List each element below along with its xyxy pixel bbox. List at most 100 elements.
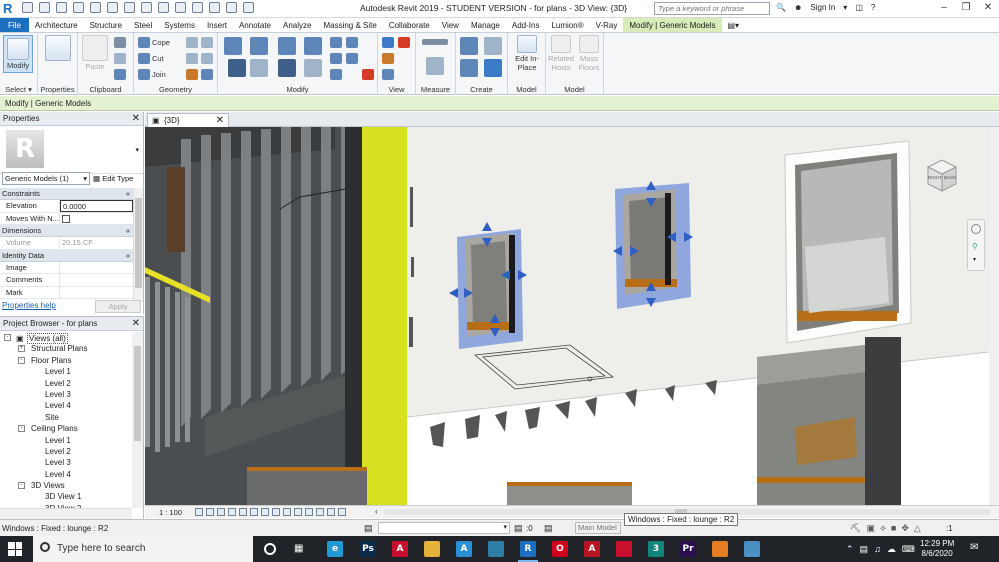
worksharing-icon[interactable] [305,508,313,516]
tab-massing-site[interactable]: Massing & Site [317,18,382,32]
collapse-icon[interactable]: - [18,425,25,433]
move-icon[interactable] [228,59,246,77]
tab-add-ins[interactable]: Add-Ins [506,18,546,32]
analytical-model-icon[interactable] [316,508,324,516]
browser-item[interactable]: Level 3 [0,457,132,468]
exchange-icon[interactable]: ◫ [855,3,863,12]
select-links-icon[interactable]: ⛏ [850,523,861,534]
chevron-down-icon[interactable]: ▾ [135,146,139,154]
type-selector-dropdown[interactable]: Generic Models (1) ▾ [2,172,90,185]
cut-scissors-icon[interactable] [114,37,126,48]
detail-level-icon[interactable] [195,508,203,516]
opera-icon[interactable]: O [552,541,568,557]
chevron-down-icon[interactable]: ▾ [843,3,847,12]
remote-icon[interactable] [744,541,760,557]
properties-category[interactable]: Identity Data « [0,249,133,262]
cut-button[interactable]: Cut [152,54,164,63]
collapse-icon[interactable]: « [126,250,130,262]
browser-item[interactable]: Level 1 [0,435,132,446]
collapse-icon[interactable]: - [4,334,11,341]
unjoin-icon[interactable] [201,53,213,64]
select-underlay-icon[interactable]: ▣ [866,523,875,534]
measure-tool-icon[interactable] [422,39,448,45]
redo-icon[interactable] [90,2,101,13]
sync-icon[interactable] [56,2,67,13]
split-icon[interactable] [330,37,342,48]
browser-item[interactable]: - Ceiling Plans [0,423,132,434]
select-pinned-icon[interactable]: ⟡ [880,523,886,534]
close-icon[interactable]: ✕ [132,317,140,331]
undo-icon[interactable] [73,2,84,13]
split-face-icon[interactable] [186,53,198,64]
array-icon[interactable] [330,53,342,64]
browser-item[interactable]: Level 1 [0,366,132,377]
viewport-scrollbar[interactable] [989,127,999,505]
hscroll-left-arrow-icon[interactable]: ‹ [375,507,378,516]
design-options-icon[interactable]: ▤ [544,523,553,534]
drag-on-selection-icon[interactable]: ✥ [901,523,909,534]
close-hidden-icon[interactable] [226,2,237,13]
zoom-icon[interactable]: ⚲ [972,242,978,251]
properties-button[interactable] [45,35,71,62]
browser-item[interactable]: - Floor Plans [0,355,132,366]
linework-icon[interactable] [398,37,410,48]
autocad-icon[interactable]: A [392,541,408,557]
shadows-icon[interactable] [228,508,236,516]
dimension-tool-icon[interactable] [426,57,444,75]
pick-icon[interactable] [201,69,213,80]
create-similar-icon[interactable] [460,59,478,77]
properties-help-link[interactable]: Properties help [2,301,56,310]
clock[interactable]: 12:29 PM 8/6/2020 [920,539,954,559]
join-icon[interactable] [138,69,150,80]
tab-file[interactable]: File [0,18,29,32]
task-view-icon[interactable]: ▦ [294,543,303,554]
copy-icon[interactable] [114,53,126,64]
align-icon[interactable] [224,37,242,55]
vlc-icon[interactable] [712,541,728,557]
tab-collaborate[interactable]: Collaborate [383,18,436,32]
rotate-icon[interactable] [278,59,296,77]
match-type-icon[interactable] [114,69,126,80]
tab-insert[interactable]: Insert [201,18,233,32]
sign-in-link[interactable]: Sign In [810,3,835,12]
mirror-axis-icon[interactable] [278,37,296,55]
properties-category[interactable]: Dimensions « [0,225,133,237]
worksets-icon[interactable]: ▤ [364,523,373,534]
edit-in-place-button[interactable]: Edit In-Place [512,35,542,72]
tab-systems[interactable]: Systems [158,18,201,32]
autodesk-account-icon[interactable]: ☻ [794,3,802,12]
navisworks-icon[interactable] [488,541,504,557]
cortana-icon[interactable] [264,543,276,555]
search-icon[interactable]: 🔍 [776,3,786,12]
notifications-icon[interactable]: ✉ [970,542,978,553]
delete-icon[interactable] [362,69,374,80]
help-search-input[interactable] [654,2,770,15]
app-blue-icon[interactable]: A [456,541,472,557]
trim-icon[interactable] [304,59,322,77]
modify-button[interactable]: Modify [3,35,34,73]
save-icon[interactable] [39,2,50,13]
viewcube[interactable]: RIGHT BACK [922,157,960,195]
browser-item[interactable]: - ▣ Views (all) [0,332,132,344]
properties-category[interactable]: Constraints « [0,188,133,200]
apply-button[interactable]: Apply [95,300,141,313]
collapse-icon[interactable]: « [126,188,130,200]
cope-icon[interactable] [138,37,150,48]
create-parts-icon[interactable] [484,37,502,55]
autocad2-icon[interactable]: A [584,541,600,557]
window-lounge-r2[interactable] [457,229,523,349]
browser-item[interactable]: Level 3 [0,389,132,400]
volume-icon[interactable]: ♫ [874,544,881,555]
tag-icon[interactable] [158,2,169,13]
browser-item[interactable]: 3D View 1 [0,491,132,502]
copy-element-icon[interactable] [250,59,268,77]
3d-view-icon[interactable] [192,2,203,13]
tab-vray[interactable]: V-Ray [590,18,624,32]
tab-view[interactable]: View [436,18,465,32]
selection-box-icon[interactable] [382,69,394,80]
photoshop-icon[interactable]: Ps [360,541,376,557]
onedrive-icon[interactable]: ☁ [887,544,896,555]
network-icon[interactable]: ▤ [860,544,869,555]
ribbon-minimize-icon[interactable]: ▤▾ [722,18,746,32]
sketchup-icon[interactable] [616,541,632,557]
